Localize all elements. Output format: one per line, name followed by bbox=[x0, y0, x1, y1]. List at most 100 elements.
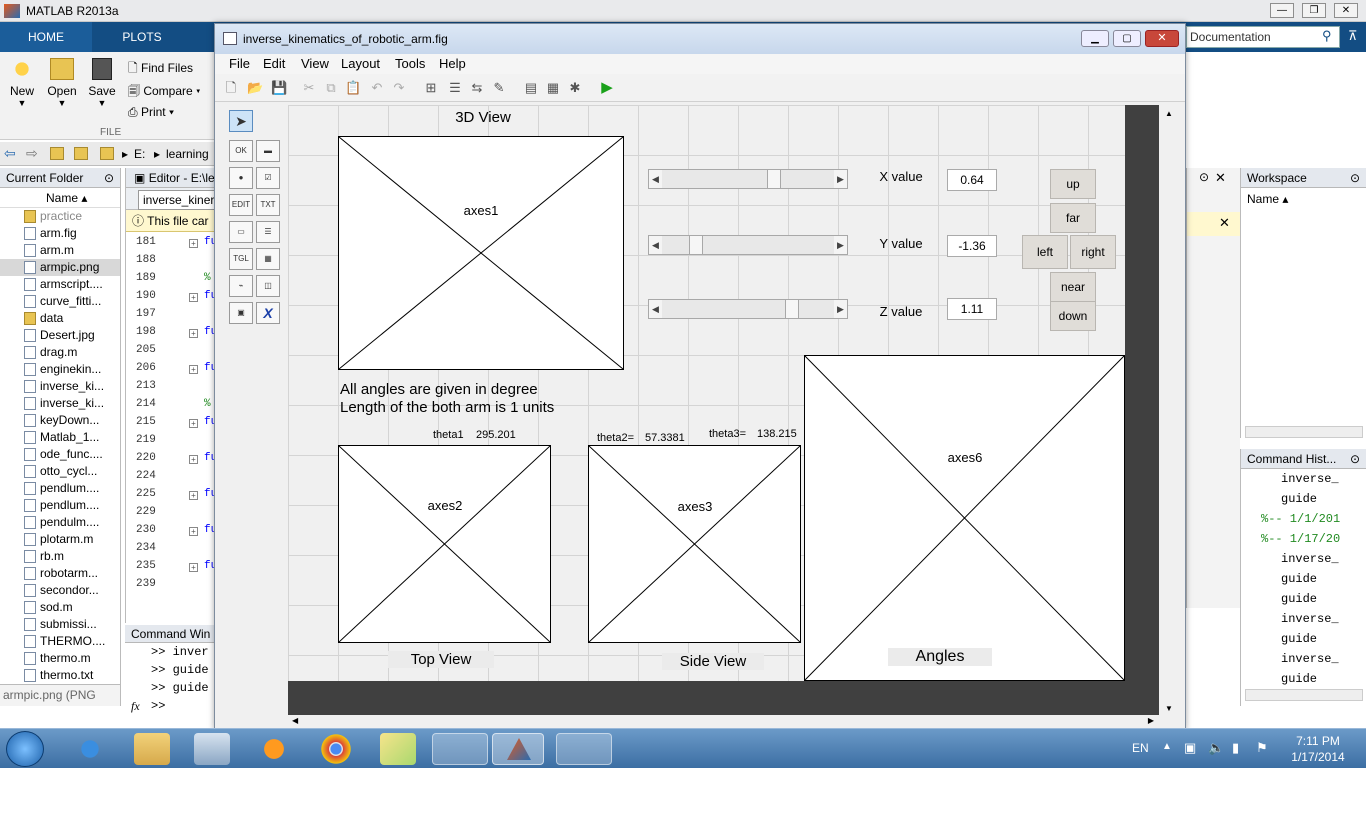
back-arrow-icon[interactable]: ⇦ bbox=[4, 145, 16, 162]
close-button[interactable]: ✕ bbox=[1334, 3, 1358, 18]
scroll-down-icon[interactable]: ▼ bbox=[1165, 704, 1173, 713]
near-button[interactable]: near bbox=[1050, 272, 1096, 302]
column-header-name[interactable]: Name ▴ bbox=[0, 188, 120, 208]
history-item[interactable]: inverse_ bbox=[1281, 609, 1339, 629]
file-item[interactable]: pendulm.... bbox=[0, 514, 120, 531]
print-button[interactable]: ⎙ Print ▾ bbox=[128, 105, 174, 120]
axes1[interactable]: axes1 bbox=[338, 136, 624, 370]
history-item[interactable]: guide bbox=[1281, 589, 1317, 609]
file-item[interactable]: robotarm... bbox=[0, 565, 120, 582]
slider-left-arrow-icon[interactable]: ◀ bbox=[649, 170, 662, 188]
history-item[interactable]: guide bbox=[1281, 629, 1317, 649]
fold-toggle-icon[interactable]: + bbox=[189, 455, 198, 464]
radiobutton-tool-icon[interactable]: ● bbox=[229, 167, 253, 189]
open-file-icon[interactable]: 📂 bbox=[247, 80, 263, 96]
z-slider-thumb[interactable] bbox=[785, 300, 799, 318]
copy-icon[interactable]: ⧉ bbox=[323, 80, 339, 96]
toolbar-editor-icon[interactable]: ✎ bbox=[491, 80, 507, 96]
history-item[interactable]: guide bbox=[1281, 569, 1317, 589]
file-item[interactable]: thermo.txt bbox=[0, 667, 120, 684]
pin-icon[interactable]: ⊼ bbox=[1348, 28, 1358, 44]
axes-tool-icon[interactable]: ⌁ bbox=[229, 275, 253, 297]
slider-left-arrow-icon[interactable]: ◀ bbox=[649, 300, 662, 318]
x-slider-thumb[interactable] bbox=[767, 170, 781, 188]
fold-toggle-icon[interactable]: + bbox=[189, 329, 198, 338]
file-item[interactable]: keyDown... bbox=[0, 412, 120, 429]
panel-menu-icon[interactable]: ⊙ bbox=[1350, 449, 1360, 469]
history-item[interactable]: %-- 1/17/20 bbox=[1261, 529, 1340, 549]
popup-menu-tool-icon[interactable]: ▭ bbox=[229, 221, 253, 243]
file-item[interactable]: arm.fig bbox=[0, 225, 120, 242]
task-matlab[interactable] bbox=[492, 733, 544, 765]
figure-close-button[interactable]: ✕ bbox=[1145, 30, 1179, 47]
tab-home[interactable]: HOME bbox=[0, 22, 92, 52]
z-value-field[interactable]: 1.11 bbox=[947, 298, 997, 320]
show-hidden-icons[interactable]: ▲ bbox=[1162, 741, 1172, 752]
close-icon[interactable]: ✕ bbox=[1215, 170, 1226, 186]
panel-menu-icon[interactable]: ⊙ bbox=[104, 168, 114, 188]
close-icon[interactable]: ✕ bbox=[1219, 215, 1230, 231]
fold-toggle-icon[interactable]: + bbox=[189, 365, 198, 374]
editor-code-area[interactable]: 181 + fu 188 189% 190 + fu 197 198 + fu 205 206 + fu 213… bbox=[126, 232, 226, 602]
checkbox-tool-icon[interactable]: ☑ bbox=[256, 167, 280, 189]
forward-arrow-icon[interactable]: ⇨ bbox=[26, 145, 38, 162]
file-item[interactable]: sod.m bbox=[0, 599, 120, 616]
cut-icon[interactable]: ✂ bbox=[301, 80, 317, 96]
history-item[interactable]: inverse_ bbox=[1281, 649, 1339, 669]
find-files-button[interactable]: 🗋 Find Files bbox=[128, 59, 193, 80]
scroll-left-icon[interactable]: ◀ bbox=[292, 716, 298, 725]
path-folder[interactable]: learning bbox=[166, 147, 209, 161]
menu-layout[interactable]: Layout bbox=[341, 56, 380, 71]
file-item[interactable]: rb.m bbox=[0, 548, 120, 565]
editor-tab-file[interactable]: inverse_kiner bbox=[138, 190, 222, 210]
z-slider[interactable]: ◀ ▶ bbox=[648, 299, 848, 319]
listbox-tool-icon[interactable]: ☰ bbox=[256, 221, 280, 243]
file-item[interactable]: arm.m bbox=[0, 242, 120, 259]
clock-time[interactable]: 7:11 PM bbox=[1278, 734, 1358, 748]
file-item[interactable]: otto_cycl... bbox=[0, 463, 120, 480]
menu-edit[interactable]: Edit bbox=[263, 56, 285, 71]
button-group-tool-icon[interactable]: ▣ bbox=[229, 302, 253, 324]
history-item[interactable]: inverse_ bbox=[1281, 549, 1339, 569]
minimize-button[interactable]: — bbox=[1270, 3, 1294, 18]
file-explorer-icon[interactable] bbox=[134, 733, 170, 765]
file-item[interactable]: armscript.... bbox=[0, 276, 120, 293]
activex-tool-icon[interactable]: X bbox=[256, 302, 280, 324]
file-item[interactable]: inverse_ki... bbox=[0, 395, 120, 412]
paste-icon[interactable]: 📋 bbox=[345, 80, 361, 96]
y-slider[interactable]: ◀ ▶ bbox=[648, 235, 848, 255]
command-history-list[interactable]: inverse_ guide %-- 1/1/201 %-- 1/17/20 inver… bbox=[1241, 469, 1357, 689]
fold-toggle-icon[interactable]: + bbox=[189, 527, 198, 536]
tab-order-icon[interactable]: ⇆ bbox=[469, 80, 485, 96]
task-matlab-figure[interactable] bbox=[432, 733, 488, 765]
history-item[interactable]: guide bbox=[1281, 489, 1317, 509]
file-item[interactable]: inverse_ki... bbox=[0, 378, 120, 395]
slider-right-arrow-icon[interactable]: ▶ bbox=[834, 170, 847, 188]
layout-canvas[interactable]: 3D View axes1 All angles are given in de… bbox=[288, 105, 1159, 715]
pushbutton-tool-icon[interactable]: OK bbox=[229, 140, 253, 162]
object-browser-icon[interactable]: ✱ bbox=[567, 80, 583, 96]
panel-tool-icon[interactable]: ◫ bbox=[256, 275, 280, 297]
file-item[interactable]: ode_func.... bbox=[0, 446, 120, 463]
tab-plots[interactable]: PLOTS bbox=[96, 22, 188, 52]
file-item[interactable]: submissi... bbox=[0, 616, 120, 633]
fold-toggle-icon[interactable]: + bbox=[189, 563, 198, 572]
open-button[interactable]: Open ▼ bbox=[46, 58, 78, 108]
history-item[interactable]: inverse_ bbox=[1281, 469, 1339, 489]
slider-right-arrow-icon[interactable]: ▶ bbox=[834, 236, 847, 254]
file-item[interactable]: armpic.png bbox=[0, 259, 120, 276]
menu-editor-icon[interactable]: ☰ bbox=[447, 80, 463, 96]
figure-horizontal-scrollbar[interactable]: ◀ ▶ bbox=[288, 716, 1158, 728]
command-window[interactable]: Command Win >> inver >> guide >> guide f… bbox=[125, 625, 225, 713]
file-item[interactable]: pendlum.... bbox=[0, 497, 120, 514]
file-item[interactable]: drag.m bbox=[0, 344, 120, 361]
browse-folder-icon[interactable] bbox=[74, 147, 88, 160]
figure-vertical-scrollbar[interactable]: ▲ ▼ bbox=[1159, 105, 1179, 717]
axes2[interactable]: axes2 bbox=[338, 445, 551, 643]
documentation-search-input[interactable]: Documentation bbox=[1186, 26, 1340, 48]
maximize-button[interactable]: ❐ bbox=[1302, 3, 1326, 18]
mfile-editor-icon[interactable]: ▤ bbox=[523, 80, 539, 96]
file-item[interactable]: pendlum.... bbox=[0, 480, 120, 497]
down-button[interactable]: down bbox=[1050, 301, 1096, 331]
search-icon[interactable]: ⚲ bbox=[1322, 28, 1332, 44]
